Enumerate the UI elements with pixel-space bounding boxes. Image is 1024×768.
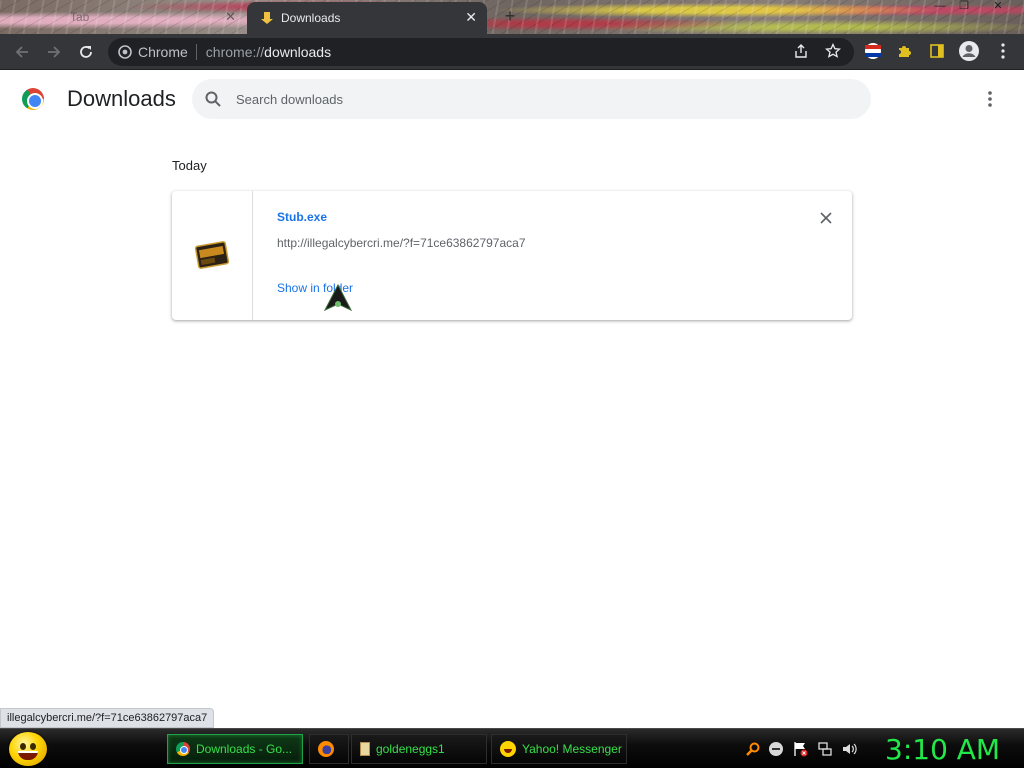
extension-flag-button[interactable]	[862, 40, 884, 62]
reload-button[interactable]	[74, 40, 98, 64]
chrome-icon	[176, 742, 190, 756]
close-window-button[interactable]: ✕	[986, 0, 1010, 14]
arrow-left-icon	[15, 46, 28, 58]
file-icon	[360, 742, 370, 756]
arrow-right-icon	[48, 46, 61, 58]
url-scheme: chrome://	[205, 44, 265, 60]
share-button[interactable]	[790, 40, 812, 62]
avatar-icon	[959, 41, 979, 61]
search-bar[interactable]	[192, 79, 871, 119]
close-icon[interactable]: ✕	[465, 9, 477, 26]
page-title: Downloads	[67, 86, 176, 111]
tab-downloads[interactable]: Downloads ✕	[247, 2, 487, 34]
file-name-link[interactable]: Stub.exe	[277, 210, 327, 224]
puzzle-icon	[899, 46, 911, 57]
flag-icon	[865, 43, 881, 59]
star-icon	[825, 43, 841, 58]
divider	[195, 44, 197, 60]
tab-label: Tab	[70, 10, 90, 24]
date-section-label: Today	[172, 158, 207, 173]
tab-inactive[interactable]: Tab ✕	[0, 2, 246, 32]
site-name: Chrome	[138, 44, 188, 60]
chrome-icon	[118, 45, 132, 59]
new-tab-button[interactable]: +	[500, 6, 520, 26]
taskbar-item-chrome[interactable]: Downloads - Go...	[167, 734, 303, 764]
title-bar: Tab ✕ Downloads ✕ + — ❐ ✕	[0, 0, 1024, 34]
taskbar-item-firefox[interactable]	[309, 734, 349, 764]
forward-button[interactable]	[42, 40, 66, 64]
address-bar[interactable]: Chrome chrome://downloads	[108, 38, 854, 66]
smiley-mouth	[18, 751, 38, 760]
taskbar-clock[interactable]: 3:10 AM	[885, 733, 1000, 766]
minimize-button[interactable]: —	[928, 0, 952, 14]
volume-icon[interactable]	[841, 741, 857, 757]
menu-button[interactable]	[992, 40, 1014, 62]
search-tray-icon[interactable]	[745, 741, 761, 757]
chrome-logo-icon	[22, 88, 44, 110]
yahoo-messenger-icon	[500, 741, 516, 757]
bookmark-button[interactable]	[822, 40, 844, 62]
search-icon	[205, 91, 221, 107]
more-vert-icon	[988, 91, 992, 107]
file-icon-column	[172, 191, 253, 320]
side-panel-button[interactable]	[926, 40, 948, 62]
source-url[interactable]: http://illegalcybercri.me/?f=71ce6386279…	[277, 236, 526, 250]
taskbar-item-label: Downloads - Go...	[196, 742, 293, 756]
profile-button[interactable]	[958, 40, 980, 62]
download-item: Stub.exe http://illegalcybercri.me/?f=71…	[172, 191, 852, 320]
taskbar-item-label: goldeneggs1	[376, 742, 445, 756]
taskbar-item-goldeneggs[interactable]: goldeneggs1	[351, 734, 487, 764]
network-icon[interactable]	[817, 741, 833, 757]
action-center-flag-icon[interactable]	[792, 741, 808, 757]
tab-label: Downloads	[281, 11, 341, 25]
maximize-button[interactable]: ❐	[952, 0, 976, 14]
reload-icon	[80, 46, 92, 58]
link-status-bubble: illegalcybercri.me/?f=71ce63862797aca7	[0, 708, 215, 728]
close-icon	[820, 212, 832, 224]
firefox-icon	[318, 741, 334, 757]
taskbar-item-yahoo-messenger[interactable]: Yahoo! Messenger	[491, 734, 627, 764]
more-vert-icon	[1001, 43, 1005, 59]
share-icon	[795, 44, 807, 58]
messenger-tray-icon[interactable]	[768, 741, 784, 757]
back-button[interactable]	[10, 40, 34, 64]
download-icon	[261, 12, 273, 24]
close-icon[interactable]: ✕	[225, 9, 236, 25]
url-host: downloads	[264, 44, 332, 60]
mouse-cursor-icon	[323, 283, 353, 312]
remove-download-button[interactable]	[816, 208, 836, 228]
start-button[interactable]	[9, 732, 47, 766]
downloads-header: Downloads	[0, 71, 1024, 127]
smiley-eye	[30, 743, 36, 750]
search-input[interactable]	[236, 79, 836, 119]
side-panel-icon	[930, 44, 944, 58]
executable-file-icon	[194, 241, 230, 269]
more-actions-button[interactable]	[978, 87, 1002, 111]
smiley-eye	[20, 743, 26, 750]
extensions-button[interactable]	[894, 40, 916, 62]
taskbar-item-label: Yahoo! Messenger	[522, 742, 622, 756]
taskbar: Downloads - Go... goldeneggs1 Yahoo! Mes…	[0, 728, 1024, 768]
browser-toolbar: Chrome chrome://downloads	[0, 34, 1024, 70]
